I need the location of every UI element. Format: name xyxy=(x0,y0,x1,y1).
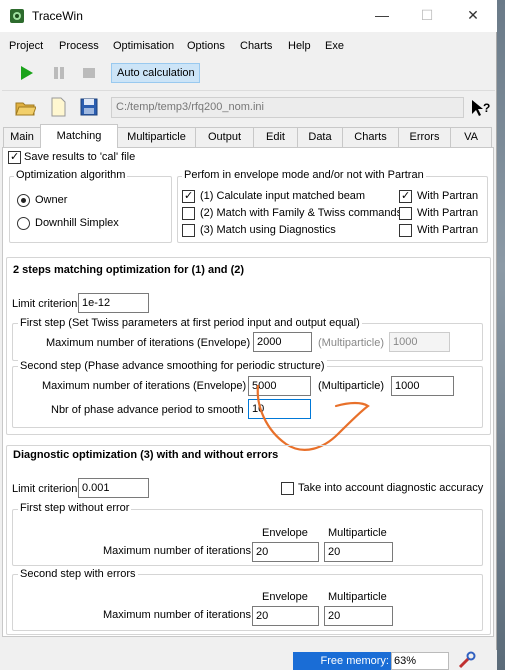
menu-help[interactable]: Help xyxy=(288,40,311,52)
nbr-phase-advance-label: Nbr of phase advance period to smooth xyxy=(51,404,244,416)
match-family-twiss-checkbox[interactable] xyxy=(182,207,195,220)
save-results-checkbox[interactable] xyxy=(8,151,21,164)
menu-project[interactable]: Project xyxy=(9,40,43,52)
diag-first-step-title: First step without error xyxy=(18,502,132,514)
second-step-multiparticle-iter-input[interactable] xyxy=(391,376,454,396)
tab-edit[interactable]: Edit xyxy=(253,127,298,147)
new-file-icon[interactable] xyxy=(47,96,69,118)
auto-calculation-button[interactable]: Auto calculation xyxy=(111,63,200,83)
first-step-envelope-iter-input[interactable] xyxy=(253,332,312,352)
downhill-simplex-radio[interactable] xyxy=(17,217,30,230)
first-step-title: First step (Set Twiss parameters at firs… xyxy=(18,317,362,329)
diag-second-envelope-input[interactable] xyxy=(252,606,319,626)
diag-first-step-group xyxy=(12,509,483,566)
diag-second-multiparticle-header: Multiparticle xyxy=(328,591,387,603)
menu-exe[interactable]: Exe xyxy=(325,40,344,52)
desktop-background xyxy=(497,0,505,670)
diag-second-step-group xyxy=(12,574,483,631)
partran-2-checkbox[interactable] xyxy=(399,207,412,220)
diag-limit-criterion-input[interactable] xyxy=(78,478,149,498)
minimize-button[interactable]: — xyxy=(367,4,397,26)
diag-first-max-iter-label: Maximum number of iterations xyxy=(103,545,251,557)
window-title: TraceWin xyxy=(32,9,83,23)
match-diagnostics-checkbox[interactable] xyxy=(182,224,195,237)
close-button[interactable]: ✕ xyxy=(458,4,488,26)
downhill-simplex-label: Downhill Simplex xyxy=(35,217,119,229)
first-step-multiparticle-iter-input[interactable] xyxy=(389,332,450,352)
first-step-max-iter-label: Maximum number of iterations (Envelope) xyxy=(46,337,251,349)
help-pointer-icon[interactable]: ? xyxy=(470,97,492,119)
open-folder-icon[interactable] xyxy=(14,96,36,118)
title-bar[interactable]: TraceWin — ☐ ✕ xyxy=(0,0,497,32)
diag-second-envelope-header: Envelope xyxy=(262,591,308,603)
match-diagnostics-label: (3) Match using Diagnostics xyxy=(200,224,336,236)
tab-output[interactable]: Output xyxy=(195,127,254,147)
app-window: TraceWin — ☐ ✕ Project Process Optimisat… xyxy=(0,0,497,670)
calc-matched-beam-label: (1) Calculate input matched beam xyxy=(200,190,366,202)
limit-criterion-input[interactable] xyxy=(78,293,149,313)
partran-2-label: With Partran xyxy=(417,207,479,219)
diagnostic-title: Diagnostic optimization (3) with and wit… xyxy=(13,449,279,461)
diag-first-envelope-header: Envelope xyxy=(262,527,308,539)
diag-first-multiparticle-header: Multiparticle xyxy=(328,527,387,539)
save-results-label: Save results to 'cal' file xyxy=(24,151,136,163)
tab-multiparticle[interactable]: Multiparticle xyxy=(117,127,196,147)
owner-label: Owner xyxy=(35,194,68,206)
limit-criterion-label: Limit criterion xyxy=(12,298,78,310)
first-step-multiparticle-label: (Multiparticle) xyxy=(318,337,385,349)
svg-text:?: ? xyxy=(483,101,490,115)
partran-3-checkbox[interactable] xyxy=(399,224,412,237)
two-steps-title: 2 steps matching optimization for (1) an… xyxy=(13,264,245,276)
project-path-field[interactable]: C:/temp/temp3/rfq200_nom.ini xyxy=(111,97,464,118)
diagnostic-accuracy-label: Take into account diagnostic accuracy xyxy=(298,482,484,494)
partran-1-checkbox[interactable] xyxy=(399,190,412,203)
menu-options[interactable]: Options xyxy=(187,40,225,52)
tab-errors[interactable]: Errors xyxy=(398,127,451,147)
partran-1-label: With Partran xyxy=(417,190,479,202)
save-icon[interactable] xyxy=(78,96,100,118)
toolbar-separator xyxy=(2,90,495,91)
menu-charts[interactable]: Charts xyxy=(240,40,272,52)
diag-second-multiparticle-input[interactable] xyxy=(324,606,393,626)
diag-second-max-iter-label: Maximum number of iterations xyxy=(103,609,251,621)
free-memory-value: 63% xyxy=(391,652,449,670)
stop-icon[interactable] xyxy=(78,62,100,84)
maximize-button[interactable]: ☐ xyxy=(412,4,442,26)
diag-first-multiparticle-input[interactable] xyxy=(324,542,393,562)
free-memory-bar: Free memory: xyxy=(293,652,391,670)
owner-radio[interactable] xyxy=(17,194,30,207)
partran-3-label: With Partran xyxy=(417,224,479,236)
tab-matching[interactable]: Matching xyxy=(40,124,118,148)
tab-data[interactable]: Data xyxy=(297,127,343,147)
diag-limit-criterion-label: Limit criterion xyxy=(12,483,78,495)
tab-charts[interactable]: Charts xyxy=(342,127,399,147)
menu-process[interactable]: Process xyxy=(59,40,99,52)
second-step-max-iter-label: Maximum number of iterations (Envelope) xyxy=(42,380,247,392)
calc-matched-beam-checkbox[interactable] xyxy=(182,190,195,203)
match-family-twiss-label: (2) Match with Family & Twiss commands xyxy=(200,207,403,219)
run-icon[interactable] xyxy=(15,62,37,84)
diag-second-step-title: Second step with errors xyxy=(18,568,138,580)
diag-first-envelope-input[interactable] xyxy=(252,542,319,562)
envelope-mode-title: Perfom in envelope mode and/or not with … xyxy=(182,169,426,181)
diagnostic-accuracy-checkbox[interactable] xyxy=(281,482,294,495)
tools-icon[interactable] xyxy=(457,651,477,670)
optimization-algorithm-title: Optimization algorithm xyxy=(14,169,128,181)
menu-optimisation[interactable]: Optimisation xyxy=(113,40,174,52)
tab-main[interactable]: Main xyxy=(3,127,41,147)
tab-va[interactable]: VA xyxy=(450,127,492,147)
optimization-algorithm-group xyxy=(9,176,172,243)
second-step-title: Second step (Phase advance smoothing for… xyxy=(18,360,327,372)
tracewin-app-icon xyxy=(10,9,24,23)
pause-icon[interactable] xyxy=(48,62,70,84)
